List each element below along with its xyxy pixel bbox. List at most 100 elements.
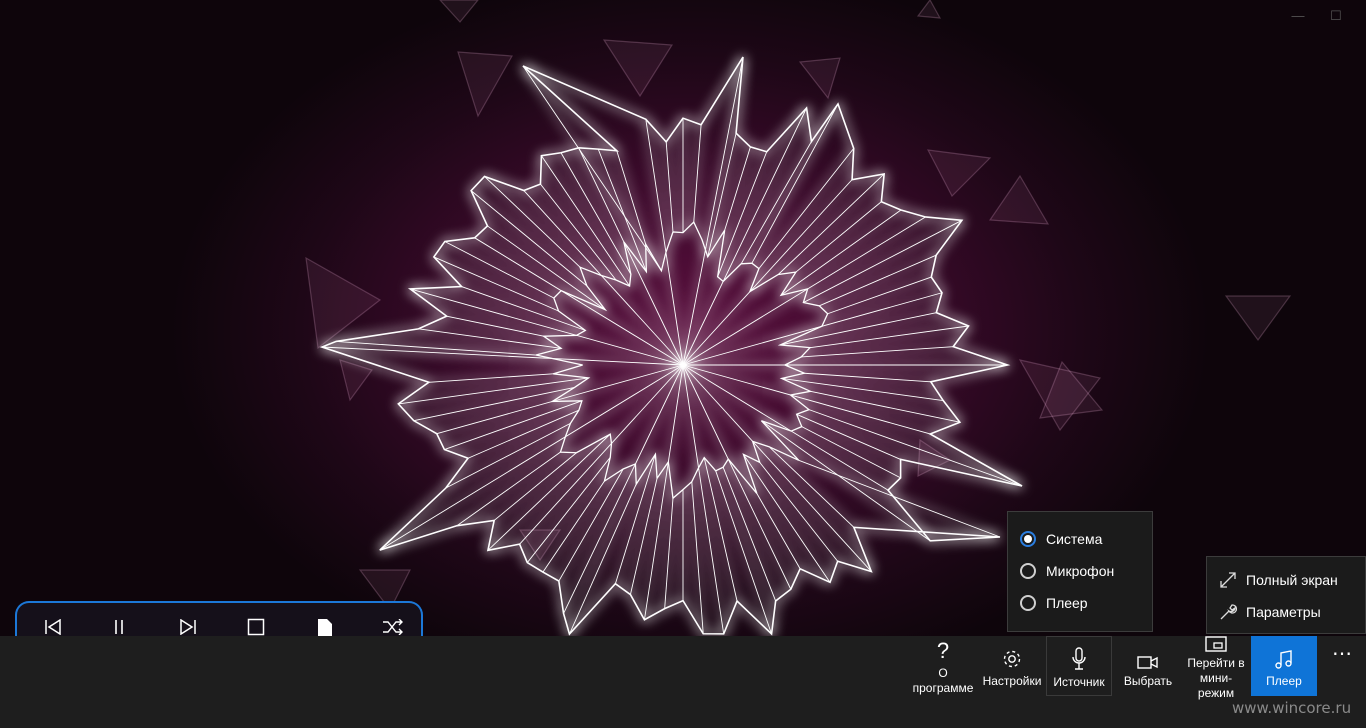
source-button[interactable]: Источник — [1046, 636, 1112, 696]
mini-mode-icon — [1205, 636, 1227, 652]
visualizer-ray — [456, 451, 561, 527]
player-label: Плеер — [1266, 674, 1302, 688]
visualizer-ray — [809, 325, 969, 349]
visualizer-ray — [808, 409, 1023, 487]
visualizer-ray — [707, 133, 737, 257]
visualizer-ray — [682, 56, 744, 366]
player-button[interactable]: Плеер — [1251, 636, 1317, 696]
more-menu: Полный экран Параметры — [1206, 556, 1366, 634]
visualizer-ray — [616, 150, 647, 245]
background-triangle — [926, 149, 992, 198]
visualizer-ray — [682, 292, 943, 366]
visualizer-ray — [801, 426, 901, 479]
source-menu: Система Микрофон Плеер — [1007, 511, 1153, 632]
visualizer-ray — [722, 467, 777, 602]
mini-mode-button[interactable]: Перейти в мини-режим — [1184, 636, 1248, 700]
visualizer-ray — [819, 254, 937, 307]
settings-button[interactable]: Настройки — [980, 636, 1044, 696]
visualizer-ray — [418, 328, 562, 349]
visualizer-ray — [761, 420, 931, 542]
visualizer-ray — [467, 409, 580, 459]
player-controls — [15, 601, 423, 641]
minimize-icon[interactable]: — — [1288, 6, 1308, 26]
shuffle-icon — [383, 619, 403, 635]
visualizer-ray — [558, 468, 624, 582]
visualizer-ray — [724, 146, 751, 231]
file-icon — [318, 619, 332, 636]
maximize-icon[interactable]: ☐ — [1326, 6, 1346, 26]
source-option-label: Плеер — [1046, 595, 1088, 611]
background-triangle — [798, 57, 841, 100]
visualizer-ray — [484, 176, 581, 268]
fullscreen-icon — [1220, 572, 1236, 588]
visualizer-ray — [795, 201, 882, 273]
visualizer-ray — [436, 364, 684, 435]
visualizer-ray — [693, 124, 702, 223]
visualizer-stage: — ☐ — [0, 0, 1366, 636]
background-triangle — [339, 359, 373, 402]
visualizer-ray — [691, 481, 704, 634]
visualizer-ray — [560, 152, 632, 275]
visualizer-ray — [804, 372, 931, 383]
visualizer-ray — [740, 141, 812, 265]
visualizer-ray — [645, 119, 684, 366]
radio-selected-icon — [1020, 531, 1036, 547]
visualizer-ray — [433, 256, 559, 312]
radio-icon — [1020, 563, 1036, 579]
visualizer-shape — [319, 56, 1023, 636]
visualizer-ray — [759, 462, 839, 562]
source-option-system[interactable]: Система — [1020, 531, 1102, 547]
wrench-icon — [1220, 604, 1237, 620]
source-option-microphone[interactable]: Микрофон — [1020, 563, 1114, 579]
visualizer-ray — [682, 179, 853, 366]
visualizer-ray — [470, 190, 588, 287]
choose-label: Выбрать — [1123, 674, 1173, 688]
visualizer-ray — [413, 386, 575, 422]
choose-button[interactable]: Выбрать — [1115, 636, 1181, 696]
visualizer-ray — [446, 315, 544, 337]
mini-mode-label: Перейти в мини-режим — [1187, 656, 1245, 700]
settings-label: Настройки — [982, 674, 1042, 688]
app-bar: ? О программе Настройки Источник Выбрать… — [0, 636, 1366, 728]
music-note-icon — [1275, 650, 1292, 669]
visualizer-ray — [519, 364, 684, 545]
background-triangle — [439, 0, 479, 23]
source-option-player[interactable]: Плеер — [1020, 595, 1088, 611]
stop-icon — [247, 618, 265, 636]
more-button[interactable]: ⋯ — [1322, 636, 1362, 696]
visualizer-ray — [629, 478, 658, 595]
visualizer-ray — [682, 364, 931, 435]
visualizer-ray — [780, 209, 902, 296]
video-camera-icon — [1137, 656, 1158, 669]
visualizer-ray — [682, 364, 792, 590]
background-triangle — [305, 256, 382, 350]
menu-item-settings[interactable]: Параметры — [1219, 603, 1321, 621]
visualizer-ray — [801, 346, 954, 358]
background-triangle — [457, 51, 513, 118]
menu-item-label: Параметры — [1246, 604, 1321, 620]
menu-item-fullscreen[interactable]: Полный экран — [1219, 571, 1338, 589]
radio-icon — [1020, 595, 1036, 611]
visualizer-ray — [751, 103, 839, 264]
background-triangle — [602, 39, 674, 98]
question-icon: ? — [936, 638, 950, 663]
about-label: О программе — [912, 666, 974, 695]
next-icon — [180, 619, 196, 635]
visualizer-ray — [541, 155, 630, 287]
visualizer-ray — [569, 483, 637, 635]
visualizer-ray — [379, 364, 684, 551]
visualizer-ray — [682, 364, 889, 491]
visualizer-ray — [682, 364, 872, 572]
previous-icon — [45, 619, 61, 635]
pause-icon — [115, 620, 123, 634]
menu-item-label: Полный экран — [1246, 572, 1338, 588]
visualizer-ray — [768, 446, 855, 528]
visualizer-ray — [428, 373, 554, 383]
about-button[interactable]: ? О программе — [910, 636, 976, 696]
more-icon: ⋯ — [1332, 643, 1352, 665]
visualizer-ray — [644, 364, 684, 620]
source-label: Источник — [1053, 675, 1105, 689]
visualizer-ray — [665, 141, 674, 233]
background-triangle — [988, 174, 1050, 225]
background-triangle — [1224, 295, 1292, 342]
